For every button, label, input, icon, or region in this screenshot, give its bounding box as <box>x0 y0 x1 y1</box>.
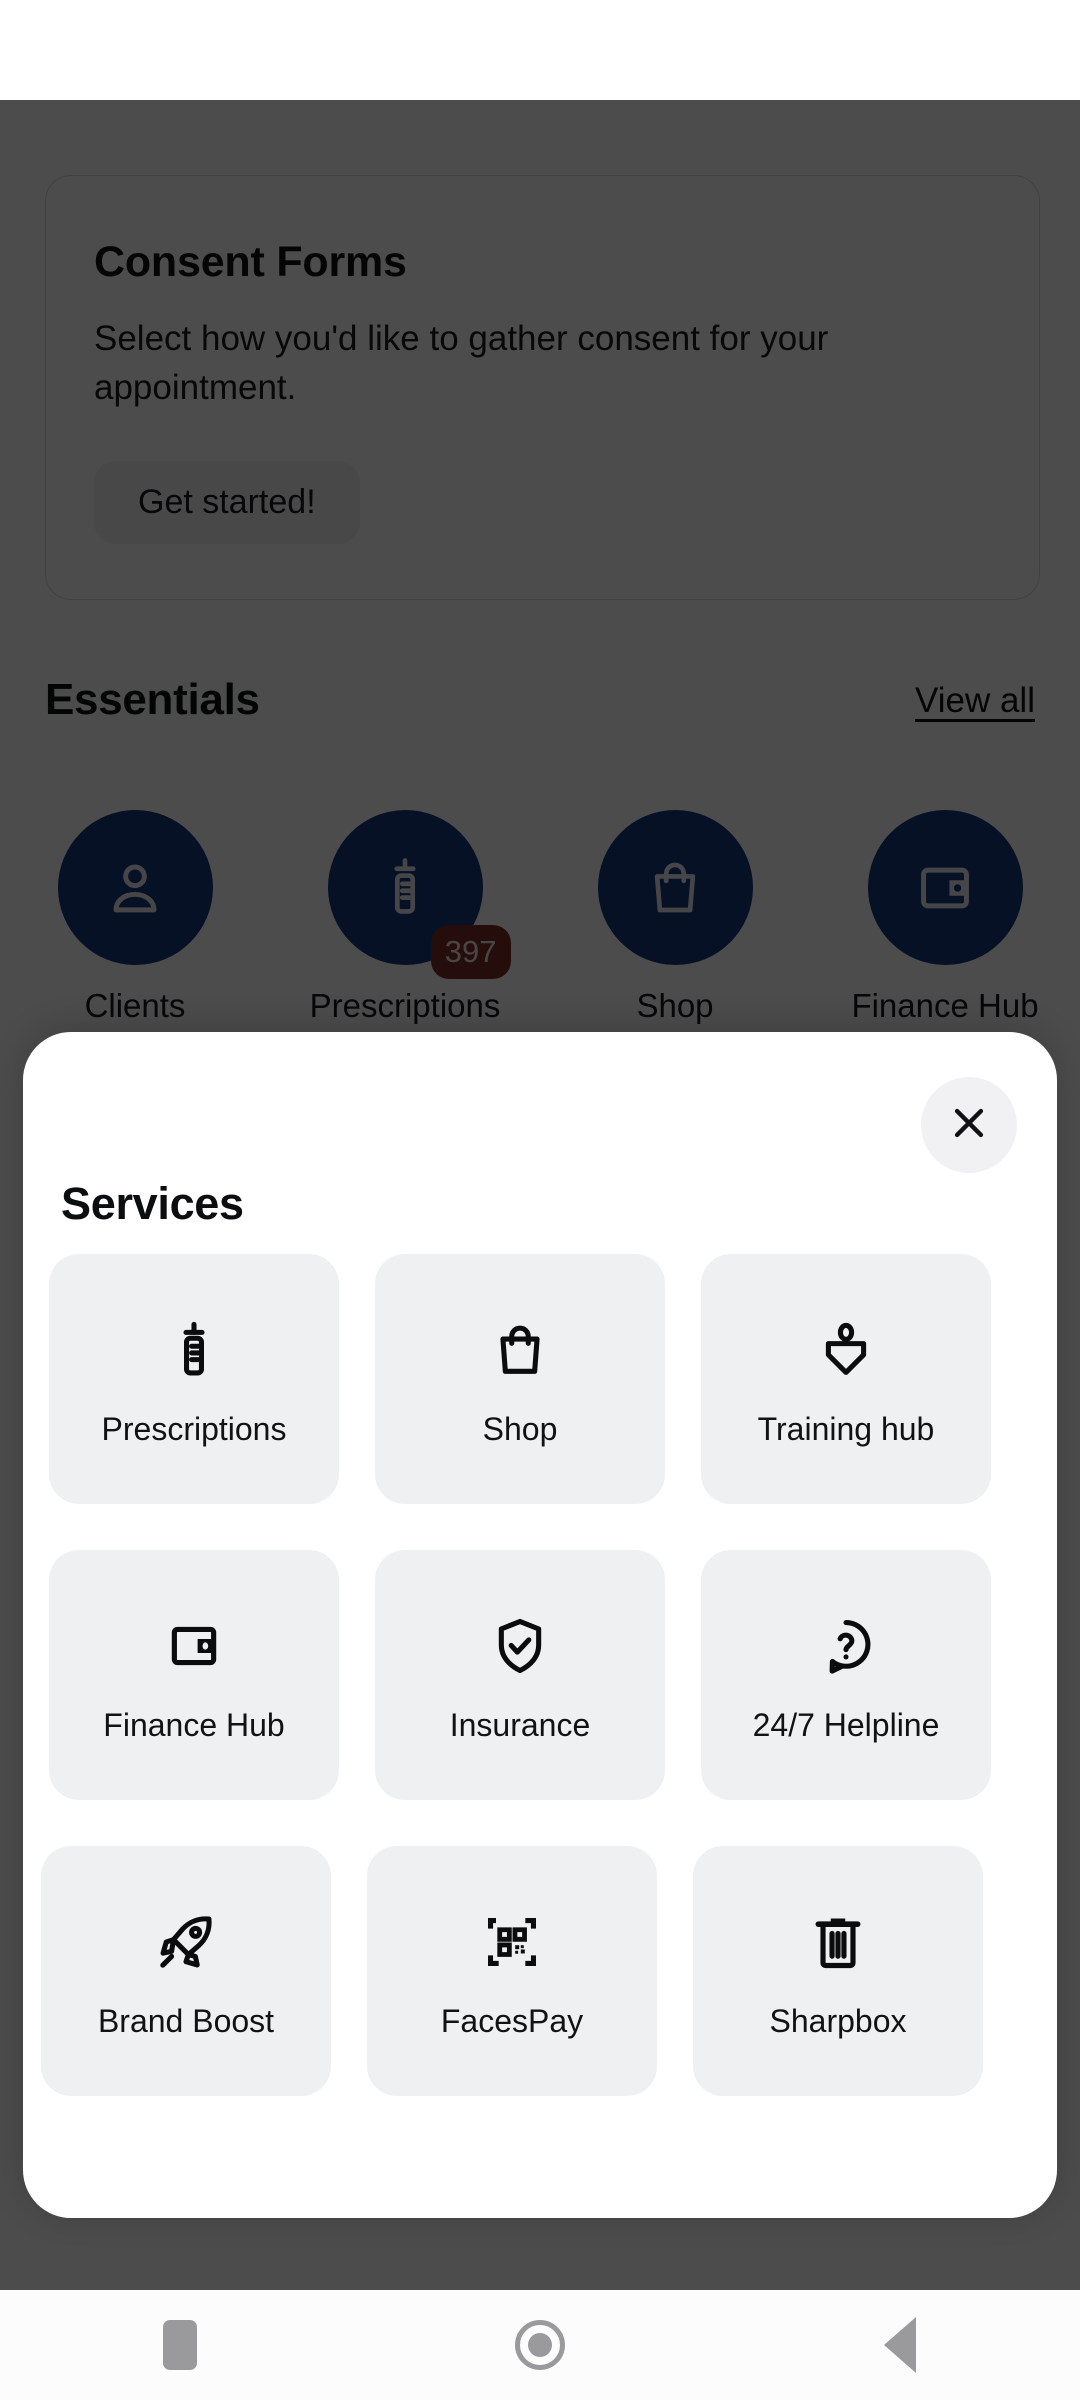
back-button[interactable] <box>840 2290 960 2400</box>
service-tile-label: Training hub <box>757 1410 935 1447</box>
services-grid-row: Prescriptions Shop Training hub <box>23 1254 1057 1550</box>
service-tile-label: Prescriptions <box>101 1410 287 1447</box>
service-tile-brand-boost[interactable]: Brand Boost <box>41 1846 331 2096</box>
services-sheet-title: Services <box>61 1178 244 1229</box>
service-tile-sharpbox[interactable]: Sharpbox <box>693 1846 983 2096</box>
book-person-icon <box>814 1311 878 1389</box>
question-chat-icon <box>814 1607 878 1685</box>
status-bar <box>0 0 1080 100</box>
recents-button[interactable] <box>120 2290 240 2400</box>
service-tile-label: Finance Hub <box>103 1706 285 1743</box>
services-bottom-sheet: Services Prescriptions Shop Training hub… <box>23 1032 1057 2218</box>
shield-check-icon <box>488 1607 552 1685</box>
service-tile-prescriptions[interactable]: Prescriptions <box>49 1254 339 1504</box>
service-tile-label: Shop <box>482 1410 558 1447</box>
trash-bin-icon <box>807 1903 869 1981</box>
square-icon <box>163 2320 197 2370</box>
service-tile-finance-hub[interactable]: Finance Hub <box>49 1550 339 1800</box>
service-tile-label: Sharpbox <box>769 2002 907 2039</box>
service-tile-label: FacesPay <box>440 2002 584 2039</box>
service-tile-facespay[interactable]: FacesPay <box>367 1846 657 2096</box>
shopping-bag-icon <box>488 1311 552 1389</box>
wallet-icon <box>163 1607 225 1685</box>
services-grid: Prescriptions Shop Training hub Finance … <box>23 1254 1057 2142</box>
service-tile-insurance[interactable]: Insurance <box>375 1550 665 1800</box>
service-tile-label: 24/7 Helpline <box>752 1706 940 1743</box>
service-tile-training-hub[interactable]: Training hub <box>701 1254 991 1504</box>
close-icon <box>947 1101 991 1150</box>
android-navigation-bar <box>0 2290 1080 2400</box>
qr-code-icon <box>480 1903 544 1981</box>
circle-icon <box>515 2320 565 2370</box>
triangle-left-icon <box>884 2317 916 2373</box>
services-grid-row: Finance Hub Insurance 24/7 Helpline <box>23 1550 1057 1846</box>
close-button[interactable] <box>921 1077 1017 1173</box>
home-button[interactable] <box>480 2290 600 2400</box>
service-tile-label: Brand Boost <box>97 2002 275 2039</box>
service-tile-helpline[interactable]: 24/7 Helpline <box>701 1550 991 1800</box>
service-tile-shop[interactable]: Shop <box>375 1254 665 1504</box>
service-tile-label: Insurance <box>449 1706 591 1743</box>
rocket-icon <box>154 1903 218 1981</box>
services-grid-row: Brand Boost FacesPay Sharpbox <box>23 1846 1057 2142</box>
syringe-icon <box>162 1311 226 1389</box>
